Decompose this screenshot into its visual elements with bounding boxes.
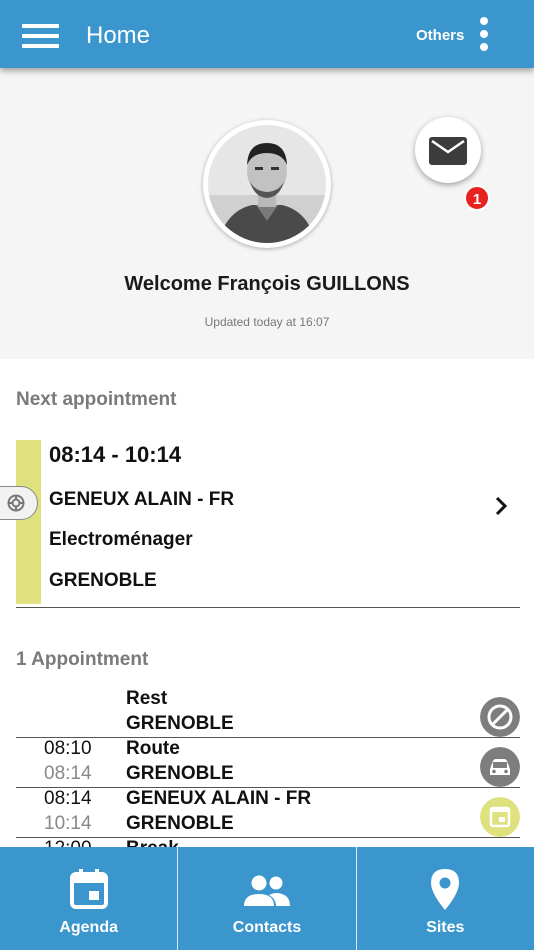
nav-contacts-label: Contacts: [232, 919, 302, 936]
list-item[interactable]: 08:10 08:14 Route GRENOBLE: [16, 738, 520, 788]
item-title: Rest: [126, 688, 168, 709]
nav-sites[interactable]: Sites: [355, 847, 534, 950]
nav-agenda[interactable]: Agenda: [0, 847, 177, 950]
profile-photo: [208, 125, 326, 243]
bottom-navigation: Agenda Contacts Sites: [0, 847, 534, 950]
chevron-right-icon[interactable]: [494, 496, 508, 516]
next-appointment-heading: Next appointment: [16, 389, 177, 410]
appointment-time: 08:14 - 10:14: [49, 442, 182, 467]
block-icon: [480, 697, 520, 737]
appointment-color-bar: [16, 440, 41, 604]
end-time: 10:14: [44, 813, 92, 834]
car-icon: [480, 747, 520, 787]
avatar: [203, 120, 331, 248]
item-city: GRENOBLE: [126, 813, 234, 834]
updated-timestamp: Updated today at 16:07: [204, 315, 330, 329]
others-button[interactable]: Others: [416, 27, 464, 44]
unread-badge: 1: [464, 185, 490, 211]
item-title: Route: [126, 738, 180, 759]
appointment-type: Electroménager: [49, 529, 193, 550]
start-time: 08:10: [44, 738, 92, 759]
side-drawer-handle[interactable]: [0, 486, 38, 520]
list-item[interactable]: 08:14 10:14 GENEUX ALAIN - FR GRENOBLE: [16, 788, 520, 838]
app-header: Home Others: [0, 0, 534, 68]
start-time: 08:14: [44, 788, 92, 809]
nav-sites-label: Sites: [426, 919, 465, 936]
page-title: Home: [86, 22, 151, 49]
calendar-icon: [480, 797, 520, 837]
hamburger-menu-icon[interactable]: [22, 24, 59, 48]
mail-icon: [429, 137, 467, 165]
item-title: GENEUX ALAIN - FR: [126, 788, 312, 809]
calendar-icon: [69, 869, 108, 909]
next-appointment-card[interactable]: 08:14 - 10:14 GENEUX ALAIN - FR Electrom…: [16, 440, 520, 608]
appointments-count-heading: 1 Appointment: [16, 649, 149, 670]
profile-section: 1 Welcome François GUILLONS Updated toda…: [0, 68, 534, 359]
more-options-icon[interactable]: [478, 17, 490, 53]
end-time: 08:14: [44, 763, 92, 784]
appointment-city: GRENOBLE: [49, 570, 157, 591]
messages-button[interactable]: [415, 117, 481, 183]
appointment-client: GENEUX ALAIN - FR: [49, 489, 235, 510]
list-item[interactable]: Rest GRENOBLE: [16, 688, 520, 738]
nav-agenda-label: Agenda: [59, 919, 118, 936]
welcome-text: Welcome François GUILLONS: [124, 273, 410, 295]
lifebuoy-icon: [7, 494, 25, 512]
item-city: GRENOBLE: [126, 763, 234, 784]
nav-contacts[interactable]: Contacts: [177, 847, 355, 950]
item-city: GRENOBLE: [126, 713, 234, 734]
people-icon: [243, 875, 290, 906]
location-pin-icon: [431, 869, 460, 910]
